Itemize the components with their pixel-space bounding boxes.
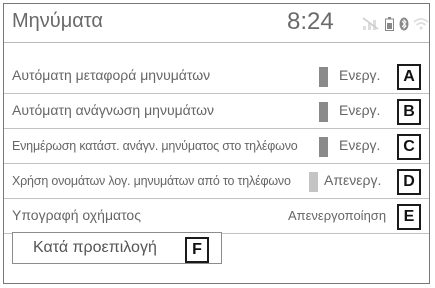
- clock: 8:24: [287, 8, 334, 35]
- setting-row-auto-read[interactable]: Αυτόματη ανάγνωση μηνυμάτων Ενεργ. B: [4, 94, 429, 129]
- setting-label: Αυτόματη μεταφορά μηνυμάτων: [12, 67, 211, 83]
- setting-value: Ενεργ.: [339, 102, 381, 118]
- setting-label: Ενημέρωση κατάστ. ανάγν. μηνύματος στο τ…: [12, 139, 298, 153]
- restore-default-button[interactable]: Κατά προεπιλογή F: [12, 232, 222, 264]
- signal-off-icon: [362, 17, 380, 35]
- state-indicator: [319, 67, 328, 87]
- setting-row-use-phone-account-names[interactable]: Χρήση ονομάτων λογ. μηνυμάτων από το τηλ…: [4, 164, 429, 199]
- setting-row-vehicle-signature[interactable]: Υπογραφή οχήματος Απενεργοποίηση E: [4, 199, 429, 234]
- screen-header: Μηνύματα 8:24: [4, 4, 429, 43]
- callout-label: E: [397, 204, 421, 230]
- setting-value: Απενεργ.: [324, 172, 382, 188]
- default-button-label: Κατά προεπιλογή: [33, 239, 157, 256]
- state-indicator: [319, 137, 328, 157]
- setting-label: Υπογραφή οχήματος: [12, 207, 141, 223]
- page-title: Μηνύματα: [12, 10, 103, 32]
- callout-label: C: [397, 134, 421, 160]
- bluetooth-icon: [399, 17, 409, 36]
- setting-label: Αυτόματη ανάγνωση μηνυμάτων: [12, 102, 215, 118]
- callout-label: D: [397, 169, 421, 195]
- state-indicator: [309, 172, 318, 192]
- setting-value: Απενεργοποίηση: [288, 208, 387, 223]
- setting-value: Ενεργ.: [339, 137, 381, 153]
- callout-label: A: [397, 64, 421, 90]
- wifi-icon: [413, 17, 429, 35]
- state-indicator: [319, 102, 328, 122]
- setting-value: Ενεργ.: [339, 67, 381, 83]
- callout-label: B: [397, 99, 421, 125]
- setting-label: Χρήση ονομάτων λογ. μηνυμάτων από το τηλ…: [12, 174, 291, 188]
- battery-icon: [385, 17, 394, 36]
- setting-row-auto-transfer[interactable]: Αυτόματη μεταφορά μηνυμάτων Ενεργ. A: [4, 59, 429, 94]
- setting-row-read-status-update[interactable]: Ενημέρωση κατάστ. ανάγν. μηνύματος στο τ…: [4, 129, 429, 164]
- messages-settings-screen: Μηνύματα 8:24 Αυτόματη μεταφορά μηνυμάτω…: [3, 3, 430, 284]
- callout-label: F: [185, 237, 209, 263]
